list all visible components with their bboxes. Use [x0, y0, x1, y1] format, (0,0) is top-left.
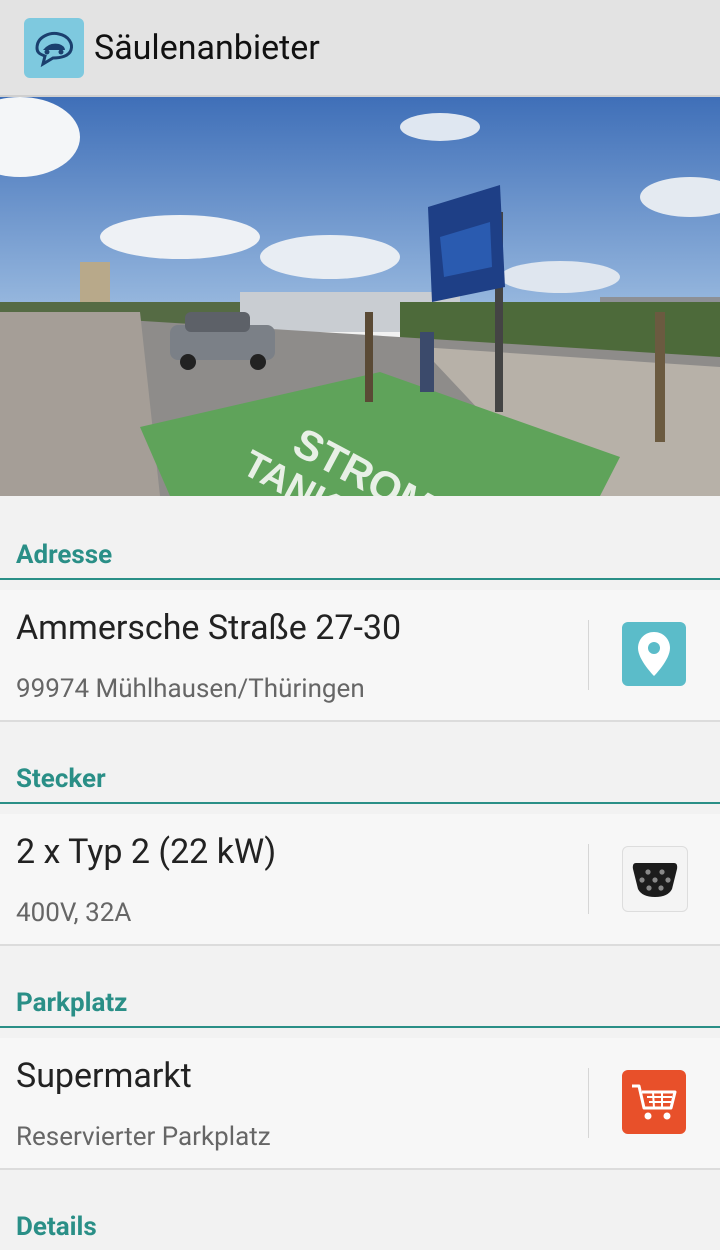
car-speech-bubble-icon[interactable]	[24, 17, 84, 78]
address-card[interactable]: Ammersche Straße 27-30 99974 Mühlhausen/…	[0, 590, 720, 722]
section-title-details: Details	[16, 1212, 97, 1242]
parking-type: Supermarkt	[16, 1056, 192, 1096]
plug-card[interactable]: 2 x Typ 2 (22 kW) 400V, 32A	[0, 814, 720, 946]
section-header-adresse: Adresse	[0, 540, 720, 580]
shopping-cart-icon[interactable]	[622, 1070, 686, 1134]
card-divider	[588, 1068, 589, 1138]
address-street: Ammersche Straße 27-30	[16, 608, 402, 648]
plug-specs: 400V, 32A	[16, 898, 132, 928]
app-bar: Säulenanbieter	[0, 0, 720, 97]
section-header-stecker: Stecker	[0, 764, 720, 804]
section-title-adresse: Adresse	[16, 540, 113, 570]
parking-description: Reservierter Parkplatz	[16, 1122, 271, 1152]
parking-card[interactable]: Supermarkt Reservierter Parkplatz	[0, 1038, 720, 1170]
plug-type: 2 x Typ 2 (22 kW)	[16, 832, 277, 872]
section-header-parkplatz: Parkplatz	[0, 988, 720, 1028]
app-title: Säulenanbieter	[94, 27, 320, 68]
section-title-parkplatz: Parkplatz	[16, 988, 128, 1018]
section-title-stecker: Stecker	[16, 764, 106, 794]
type2-plug-icon[interactable]	[622, 846, 688, 912]
address-city: 99974 Mühlhausen/Thüringen	[16, 674, 365, 704]
card-divider	[588, 844, 589, 914]
section-header-details: Details	[0, 1212, 720, 1250]
station-photo: STROM TANKSTELLE	[0, 97, 720, 496]
card-divider	[588, 620, 589, 690]
map-pin-icon[interactable]	[622, 622, 686, 686]
